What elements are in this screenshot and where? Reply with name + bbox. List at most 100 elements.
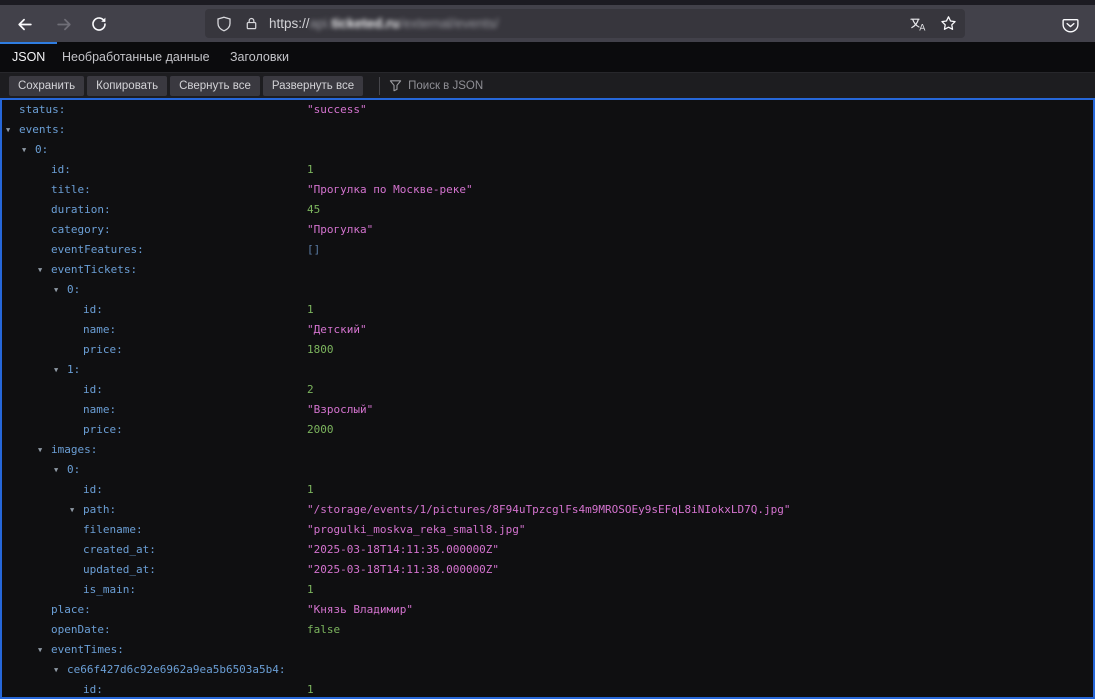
json-value: "Князь Владимир" xyxy=(307,600,413,620)
json-value: 1 xyxy=(307,480,314,500)
translate-icon[interactable]: A xyxy=(907,13,929,35)
forward-button[interactable] xyxy=(52,12,76,36)
json-row[interactable]: ▼0: xyxy=(2,280,1093,300)
collapse-arrow-icon[interactable]: ▼ xyxy=(54,280,67,300)
json-value: "/storage/events/1/pictures/8F94uTpzcglF… xyxy=(307,500,790,520)
json-row[interactable]: price: 1800 xyxy=(2,340,1093,360)
json-key: id: xyxy=(83,683,103,696)
json-row[interactable]: updated_at:"2025-03-18T14:11:38.000000Z" xyxy=(2,560,1093,580)
reload-button[interactable] xyxy=(87,12,111,36)
json-row[interactable]: filename: "progulki_moskva_reka_small8.jp… xyxy=(2,520,1093,540)
pocket-icon[interactable] xyxy=(1059,14,1081,36)
json-value: 2 xyxy=(307,380,314,400)
json-row[interactable]: created_at:"2025-03-18T14:11:35.000000Z" xyxy=(2,540,1093,560)
json-row[interactable]: ▼1: xyxy=(2,360,1093,380)
collapse-arrow-icon[interactable]: ▼ xyxy=(54,460,67,480)
shield-icon[interactable] xyxy=(216,16,232,32)
json-key: price: xyxy=(83,423,123,436)
json-row[interactable]: place:"Князь Владимир" xyxy=(2,600,1093,620)
json-row[interactable]: id:2 xyxy=(2,380,1093,400)
url-domain: ticketed.ru xyxy=(331,16,399,31)
json-key: price: xyxy=(83,343,123,356)
json-value: "success" xyxy=(307,100,367,120)
json-key: 0: xyxy=(35,143,48,156)
json-row[interactable]: name:"Детский" xyxy=(2,320,1093,340)
json-row[interactable]: status: "success" xyxy=(2,100,1093,120)
json-value: 45 xyxy=(307,200,320,220)
back-arrow-icon xyxy=(16,16,33,33)
json-key: 0: xyxy=(67,283,80,296)
json-key: duration: xyxy=(51,203,111,216)
json-row[interactable]: ▼path:"/storage/events/1/pictures/8F94uT… xyxy=(2,500,1093,520)
json-value: 1 xyxy=(307,580,314,600)
json-key: openDate: xyxy=(51,623,111,636)
json-row[interactable]: ▼0: xyxy=(2,140,1093,160)
json-key: id: xyxy=(83,303,103,316)
json-key: is_main: xyxy=(83,583,136,596)
lock-icon[interactable] xyxy=(244,16,259,31)
json-tree-panel[interactable]: status:"success"▼events:▼0:id:1title:"Пр… xyxy=(0,98,1095,699)
json-row[interactable]: id:1 xyxy=(2,480,1093,500)
json-key: status: xyxy=(19,103,65,116)
collapse-all-button[interactable]: Свернуть все xyxy=(170,76,260,96)
json-row[interactable]: title:"Прогулка по Москве-реке" xyxy=(2,180,1093,200)
collapse-arrow-icon[interactable]: ▼ xyxy=(38,640,51,660)
json-key: ce66f427d6c92e6962a9ea5b6503a5b4: xyxy=(67,663,286,676)
filter-funnel-icon xyxy=(389,79,402,92)
url-bar[interactable]: https://api.ticketed.ru/external/events/… xyxy=(205,9,965,38)
json-key: filename: xyxy=(83,523,143,536)
json-row[interactable]: id:1 xyxy=(2,160,1093,180)
json-key: events: xyxy=(19,123,65,136)
viewer-tab-raw-data[interactable]: Необработанные данные xyxy=(50,42,222,72)
collapse-arrow-icon[interactable]: ▼ xyxy=(22,140,35,160)
json-row[interactable]: ▼events: xyxy=(2,120,1093,140)
collapse-arrow-icon[interactable]: ▼ xyxy=(54,360,67,380)
json-key: eventTickets: xyxy=(51,263,137,276)
json-key: title: xyxy=(51,183,91,196)
json-value: 1800 xyxy=(307,340,334,360)
json-row[interactable]: ▼eventTimes: xyxy=(2,640,1093,660)
json-row[interactable]: ▼0: xyxy=(2,460,1093,480)
json-row[interactable]: id:1 xyxy=(2,300,1093,320)
collapse-arrow-icon[interactable]: ▼ xyxy=(38,440,51,460)
json-value: "2025-03-18T14:11:35.000000Z" xyxy=(307,540,499,560)
json-row[interactable]: id: 1 xyxy=(2,680,1093,699)
json-value: 1 xyxy=(307,680,314,699)
json-value: 2000 xyxy=(307,420,334,440)
expand-all-button[interactable]: Развернуть все xyxy=(263,76,363,96)
json-key: name: xyxy=(83,403,116,416)
viewer-tab-headers[interactable]: Заголовки xyxy=(218,42,301,72)
json-row[interactable]: ▼images: xyxy=(2,440,1093,460)
json-key: 0: xyxy=(67,463,80,476)
json-value: "Прогулка" xyxy=(307,220,373,240)
json-rows-container: status:"success"▼events:▼0:id:1title:"Пр… xyxy=(2,100,1093,699)
search-placeholder: Поиск в JSON xyxy=(408,80,483,92)
collapse-arrow-icon[interactable]: ▼ xyxy=(6,120,19,140)
bookmark-star-icon[interactable] xyxy=(937,13,959,35)
json-row[interactable]: duration: 45 xyxy=(2,200,1093,220)
json-value: "progulki_moskva_reka_small8.jpg" xyxy=(307,520,526,540)
json-search-box[interactable]: Поиск в JSON xyxy=(389,79,483,92)
url-scheme: https:// xyxy=(269,16,310,31)
collapse-arrow-icon[interactable]: ▼ xyxy=(70,500,83,520)
json-row[interactable]: category: "Прогулка" xyxy=(2,220,1093,240)
toolbar-separator xyxy=(379,77,380,95)
copy-button[interactable]: Копировать xyxy=(87,76,167,96)
collapse-arrow-icon[interactable]: ▼ xyxy=(38,260,51,280)
json-key: images: xyxy=(51,443,97,456)
json-row[interactable]: name:"Взрослый" xyxy=(2,400,1093,420)
json-key: category: xyxy=(51,223,111,236)
json-row[interactable]: is_main: 1 xyxy=(2,580,1093,600)
collapse-arrow-icon[interactable]: ▼ xyxy=(54,660,67,680)
json-value: "2025-03-18T14:11:38.000000Z" xyxy=(307,560,499,580)
back-button[interactable] xyxy=(12,12,36,36)
json-row[interactable]: openDate:false xyxy=(2,620,1093,640)
json-viewer-toolbar: СохранитьКопироватьСвернуть всеРазвернут… xyxy=(0,72,1095,98)
json-row[interactable]: ▼ce66f427d6c92e6962a9ea5b6503a5b4: xyxy=(2,660,1093,680)
json-row[interactable]: eventFeatures:[] xyxy=(2,240,1093,260)
json-row[interactable]: ▼eventTickets: xyxy=(2,260,1093,280)
json-row[interactable]: price: 2000 xyxy=(2,420,1093,440)
viewer-tab-json[interactable]: JSON xyxy=(0,42,57,72)
save-button[interactable]: Сохранить xyxy=(9,76,84,96)
json-key: 1: xyxy=(67,363,80,376)
